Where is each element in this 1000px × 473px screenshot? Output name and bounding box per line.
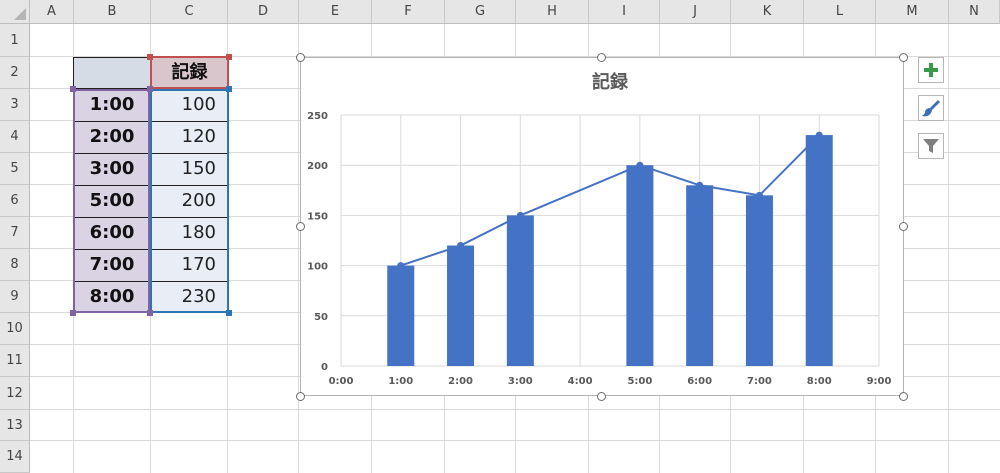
line-point (457, 242, 465, 250)
row-header-2[interactable]: 2 (0, 57, 30, 89)
x-tick-label: 0:00 (329, 376, 354, 387)
bar (626, 165, 654, 366)
column-header-j[interactable]: J (660, 0, 731, 24)
x-tick-label: 5:00 (627, 376, 652, 387)
column-header-f[interactable]: F (372, 0, 445, 24)
bar (805, 135, 833, 366)
plus-icon (924, 63, 938, 77)
chart-area[interactable]: 記録 0 50 100 150 200 250 0:00 1:00 2:00 3:00 4:00 5:0… (300, 57, 904, 396)
line-point (397, 262, 405, 270)
y-tick-label: 150 (307, 211, 328, 222)
chart-styles-button[interactable] (918, 95, 944, 121)
line-point (636, 161, 644, 169)
range-handle[interactable] (147, 86, 153, 92)
row-header-9[interactable]: 9 (0, 281, 30, 313)
bar (745, 195, 773, 366)
row-header-8[interactable]: 8 (0, 249, 30, 281)
cell-b2[interactable] (73, 57, 151, 89)
column-header-m[interactable]: M (876, 0, 949, 24)
gridline (30, 409, 1000, 410)
y-tick-label: 0 (321, 362, 328, 373)
column-header-e[interactable]: E (299, 0, 372, 24)
column-header-a[interactable]: A (30, 0, 74, 24)
bar (686, 185, 714, 366)
column-header-g[interactable]: G (445, 0, 516, 24)
chart-title: 記録 (592, 71, 629, 93)
line-point (696, 181, 704, 189)
row-header-14[interactable]: 14 (0, 441, 30, 473)
y-tick-label: 200 (307, 161, 328, 172)
chart-resize-handle[interactable] (296, 222, 305, 231)
row-header-1[interactable]: 1 (0, 24, 30, 57)
chart-resize-handle[interactable] (899, 222, 908, 231)
select-all-corner[interactable] (0, 0, 30, 24)
x-tick-label: 3:00 (508, 376, 533, 387)
chart-resize-handle[interactable] (899, 392, 908, 401)
x-tick-label: 9:00 (867, 376, 892, 387)
y-tick-label: 250 (307, 111, 328, 122)
x-tick-label: 4:00 (568, 376, 593, 387)
chart-svg: 記録 0 50 100 150 200 250 0:00 1:00 2:00 3:00 4:00 5:0… (307, 71, 892, 387)
range-handle[interactable] (70, 310, 76, 316)
category-range-outline (73, 89, 150, 313)
row-header-7[interactable]: 7 (0, 217, 30, 249)
column-header-b[interactable]: B (74, 0, 151, 24)
row-header-4[interactable]: 4 (0, 121, 30, 153)
x-tick-label: 7:00 (747, 376, 772, 387)
filter-icon (923, 139, 939, 153)
column-header-n[interactable]: N (949, 0, 1000, 24)
value-range-outline (150, 89, 229, 313)
row-header-5[interactable]: 5 (0, 153, 30, 185)
x-tick-label: 1:00 (388, 376, 413, 387)
row-header-10[interactable]: 10 (0, 313, 30, 345)
chart-elements-button[interactable] (918, 57, 944, 83)
range-handle[interactable] (147, 54, 153, 60)
y-tick-label: 50 (314, 312, 328, 323)
column-header-k[interactable]: K (731, 0, 804, 24)
line-point (815, 131, 823, 139)
row-header-12[interactable]: 12 (0, 377, 30, 410)
row-header-3[interactable]: 3 (0, 89, 30, 121)
chart-resize-handle[interactable] (296, 53, 305, 62)
gridline (30, 440, 1000, 441)
bar (387, 265, 415, 366)
bar (447, 245, 475, 366)
chart-resize-handle[interactable] (597, 53, 606, 62)
chart-resize-handle[interactable] (597, 392, 606, 401)
row-header-13[interactable]: 13 (0, 410, 30, 441)
range-handle[interactable] (226, 310, 232, 316)
line-point (755, 191, 763, 199)
range-handle[interactable] (70, 86, 76, 92)
chart-resize-handle[interactable] (296, 392, 305, 401)
range-handle[interactable] (226, 54, 232, 60)
brush-icon (922, 100, 940, 117)
chart-filters-button[interactable] (918, 133, 944, 159)
column-header-d[interactable]: D (228, 0, 299, 24)
range-handle[interactable] (147, 310, 153, 316)
column-header-c[interactable]: C (151, 0, 228, 24)
x-tick-label: 8:00 (807, 376, 832, 387)
range-handle[interactable] (226, 86, 232, 92)
line-point (516, 211, 524, 219)
column-header-h[interactable]: H (516, 0, 589, 24)
row-header-11[interactable]: 11 (0, 345, 30, 377)
y-tick-label: 100 (307, 262, 328, 273)
x-tick-label: 2:00 (448, 376, 473, 387)
row-header-6[interactable]: 6 (0, 185, 30, 217)
chart-resize-handle[interactable] (899, 53, 908, 62)
x-tick-label: 6:00 (687, 376, 712, 387)
bar (506, 215, 534, 366)
column-header-l[interactable]: L (804, 0, 876, 24)
cell-c2-header[interactable]: 記録 (150, 56, 229, 89)
column-header-i[interactable]: I (589, 0, 660, 24)
